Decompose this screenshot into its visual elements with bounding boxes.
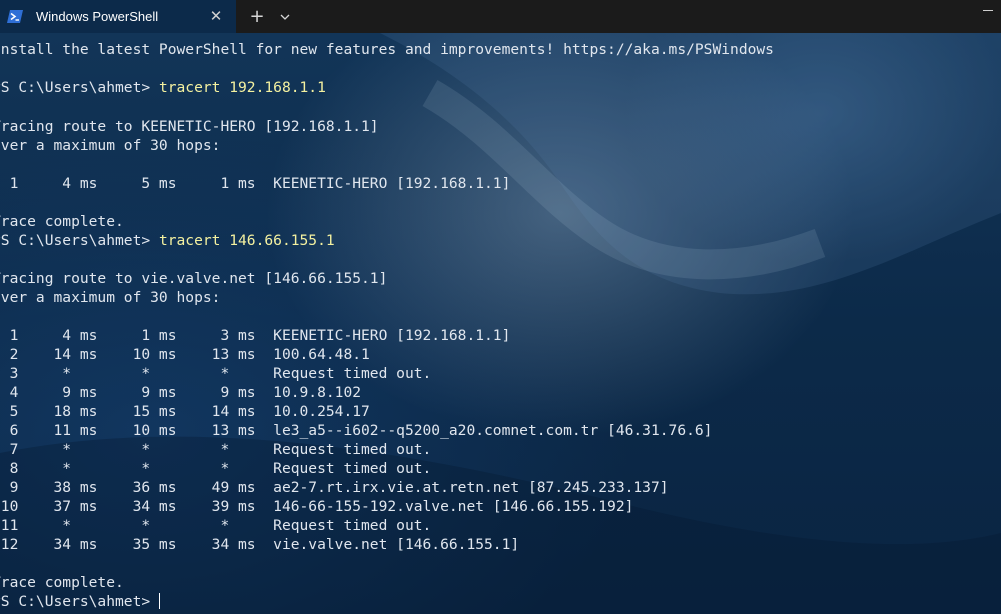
hop-row: 12 34 ms 35 ms 34 ms vie.valve.net [146.… — [0, 536, 520, 553]
trace-header: Tracing route to vie.valve.net [146.66.1… — [0, 270, 388, 287]
prompt: PS C:\Users\ahmet> — [0, 79, 159, 96]
trace-header: Tracing route to KEENETIC-HERO [192.168.… — [0, 118, 379, 135]
prompt-line: PS C:\Users\ahmet> tracert 146.66.155.1 — [0, 231, 335, 250]
hop-row: 10 37 ms 34 ms 39 ms 146-66-155-192.valv… — [0, 498, 634, 515]
hop-row: 1 4 ms 5 ms 1 ms KEENETIC-HERO [192.168.… — [0, 175, 511, 192]
command-text: tracert 192.168.1.1 — [158, 79, 326, 96]
chevron-down-icon[interactable] — [272, 0, 298, 33]
prompt-line: PS C:\Users\ahmet> tracert 192.168.1.1 — [0, 78, 326, 97]
tab-windows-powershell[interactable]: Windows PowerShell ✕ — [0, 0, 236, 33]
hop-row: 6 11 ms 10 ms 13 ms le3_a5--i602--q5200_… — [0, 422, 713, 439]
text-cursor — [158, 593, 160, 609]
minimize-icon[interactable] — [983, 4, 993, 14]
powershell-icon — [6, 8, 24, 26]
prompt: PS C:\Users\ahmet> — [0, 593, 159, 610]
hop-row: 11 * * * Request timed out. — [0, 517, 432, 534]
hop-row: 3 * * * Request timed out. — [0, 365, 432, 382]
hops-note: over a maximum of 30 hops: — [0, 137, 221, 154]
new-tab-button[interactable]: + — [242, 0, 272, 33]
prompt: PS C:\Users\ahmet> — [0, 232, 159, 249]
terminal-window: Windows PowerShell ✕ + Install the lates… — [0, 0, 1001, 614]
close-icon[interactable]: ✕ — [208, 8, 224, 24]
prompt-line[interactable]: PS C:\Users\ahmet> — [0, 592, 160, 611]
trace-complete: Trace complete. — [0, 213, 124, 230]
hop-row: 2 14 ms 10 ms 13 ms 100.64.48.1 — [0, 346, 370, 363]
terminal-area[interactable]: Install the latest PowerShell for new fe… — [0, 33, 1001, 614]
title-bar: Windows PowerShell ✕ + — [0, 0, 1001, 33]
hop-row: 8 * * * Request timed out. — [0, 460, 432, 477]
trace-complete: Trace complete. — [0, 574, 124, 591]
hop-row: 9 38 ms 36 ms 49 ms ae2-7.rt.irx.vie.at.… — [0, 479, 669, 496]
hop-row: 4 9 ms 9 ms 9 ms 10.9.8.102 — [0, 384, 362, 401]
hops-note: over a maximum of 30 hops: — [0, 289, 221, 306]
hop-row: 1 4 ms 1 ms 3 ms KEENETIC-HERO [192.168.… — [0, 327, 511, 344]
hop-row: 5 18 ms 15 ms 14 ms 10.0.254.17 — [0, 403, 370, 420]
hop-row: 7 * * * Request timed out. — [0, 441, 432, 458]
banner-line: Install the latest PowerShell for new fe… — [0, 41, 774, 58]
tab-title: Windows PowerShell — [36, 9, 159, 24]
command-text: tracert 146.66.155.1 — [158, 232, 335, 249]
